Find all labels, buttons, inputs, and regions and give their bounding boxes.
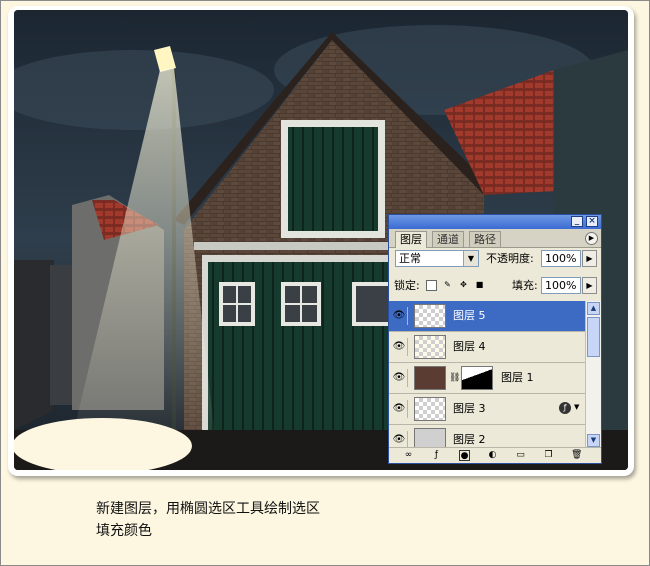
trash-icon[interactable]: 🗑 [571,450,582,461]
opacity-label: 不透明度: [486,252,534,265]
layer-name: 图层 1 [501,371,534,384]
eye-icon[interactable]: 👁 [391,369,408,387]
layers-scrollbar[interactable]: ▲ ▼ [585,301,601,449]
expand-effects-icon[interactable]: ▼ [574,403,579,411]
tab-channels[interactable]: 通道 [432,231,464,247]
opacity-input[interactable]: 100% [541,250,581,267]
layer-row[interactable]: 👁 图层 5 [389,301,585,332]
layer-thumbnail [414,428,446,449]
mask-icon[interactable]: ● [459,450,470,461]
panel-tabs: 图层 通道 路径 ▶ [389,229,601,248]
link-icon[interactable]: ∞ [403,450,414,461]
blend-mode-value: 正常 [399,252,421,265]
lock-move-icon[interactable]: ✥ [458,280,469,291]
layers-list: 👁 图层 5 👁 图层 4 👁 ⛓ 图层 1 👁 图层 3 ƒ ▼ 👁 图层 2 [389,301,585,449]
layer-style-icon[interactable]: ƒ [431,450,442,461]
adjustment-icon[interactable]: ◐ [487,450,498,461]
fill-input[interactable]: 100% [541,277,581,294]
scroll-down-icon[interactable]: ▼ [587,434,600,447]
layer-row[interactable]: 👁 图层 4 [389,332,585,363]
layer-name: 图层 4 [453,340,486,353]
caption-line-1: 新建图层，用椭圆选区工具绘制选区 [96,501,320,517]
folder-icon[interactable]: ▭ [515,450,526,461]
tab-layers[interactable]: 图层 [395,231,427,248]
layer-name: 图层 5 [453,309,486,322]
fill-label: 填充: [512,279,538,292]
panel-titlebar[interactable]: _ × [389,215,601,229]
tab-paths[interactable]: 路径 [469,231,501,247]
lock-all-icon[interactable]: ■ [474,280,485,291]
layer-mask-thumbnail[interactable] [461,366,493,390]
layer-name: 图层 3 [453,402,486,415]
layer-row[interactable]: 👁 图层 2 [389,425,585,449]
layer-thumbnail [414,366,446,390]
fill-slider-button[interactable]: ▶ [582,277,597,294]
scroll-thumb[interactable] [587,317,600,357]
close-button[interactable]: × [586,216,598,227]
layer-row[interactable]: 👁 ⛓ 图层 1 [389,363,585,394]
layer-thumbnail [414,335,446,359]
scroll-up-icon[interactable]: ▲ [587,302,600,315]
caption-line-2: 填充颜色 [96,523,152,539]
chain-link-icon[interactable]: ⛓ [449,373,460,383]
layers-panel: _ × 图层 通道 路径 ▶ 正常 ▼ 不透明度: 100% ▶ 锁定: ✎ ✥… [388,214,602,464]
opacity-slider-button[interactable]: ▶ [582,250,597,267]
chevron-down-icon[interactable]: ▼ [463,251,478,266]
minimize-button[interactable]: _ [571,216,583,227]
layer-effects-icon[interactable]: ƒ [559,402,571,414]
layer-row[interactable]: 👁 图层 3 ƒ ▼ [389,394,585,425]
lock-transparency-icon[interactable] [426,280,437,291]
caption-text: 新建图层，用椭圆选区工具绘制选区 填充颜色 [96,498,320,542]
lock-label: 锁定: [394,279,420,292]
new-layer-icon[interactable]: ❐ [543,450,554,461]
eye-icon[interactable]: 👁 [391,307,408,325]
lock-paint-icon[interactable]: ✎ [442,280,453,291]
panel-menu-icon[interactable]: ▶ [585,232,598,245]
layer-thumbnail [414,304,446,328]
blend-mode-select[interactable]: 正常 ▼ [395,250,479,267]
eye-icon[interactable]: 👁 [391,400,408,418]
layer-name: 图层 2 [453,433,486,446]
eye-icon[interactable]: 👁 [391,338,408,356]
layer-thumbnail [414,397,446,421]
panel-bottom-toolbar: ∞ ƒ ● ◐ ▭ ❐ 🗑 [389,447,601,463]
